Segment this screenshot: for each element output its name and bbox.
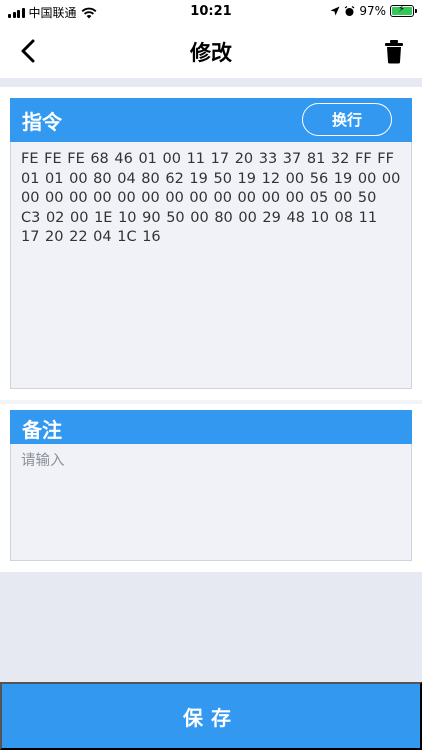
status-right: 97% ⚡: [330, 4, 417, 18]
command-textarea[interactable]: FE FE FE 68 46 01 00 11 17 20 33 37 81 3…: [10, 142, 412, 389]
command-title: 指令: [22, 110, 62, 134]
command-section: 指令 换行 FE FE FE 68 46 01 00 11 17 20 33 3…: [10, 98, 412, 389]
remark-header: 备注: [10, 410, 412, 444]
nav-bar: 修改: [0, 24, 422, 78]
save-button[interactable]: 保存: [0, 682, 422, 750]
location-arrow-icon: [330, 6, 340, 16]
command-header: 指令 换行: [10, 98, 412, 142]
alarm-icon: [344, 5, 355, 16]
wrap-button[interactable]: 换行: [302, 103, 392, 136]
page-title: 修改: [190, 41, 232, 65]
battery-icon: ⚡: [390, 4, 417, 17]
remark-title: 备注: [22, 418, 62, 442]
trash-icon[interactable]: [380, 36, 408, 66]
battery-percentage: 97%: [359, 4, 386, 18]
remark-section: 备注 请输入: [10, 410, 412, 561]
remark-input[interactable]: 请输入: [10, 444, 412, 561]
section-divider: [0, 400, 422, 404]
status-bar: 中国联通 10:21 97% ⚡: [0, 0, 422, 24]
